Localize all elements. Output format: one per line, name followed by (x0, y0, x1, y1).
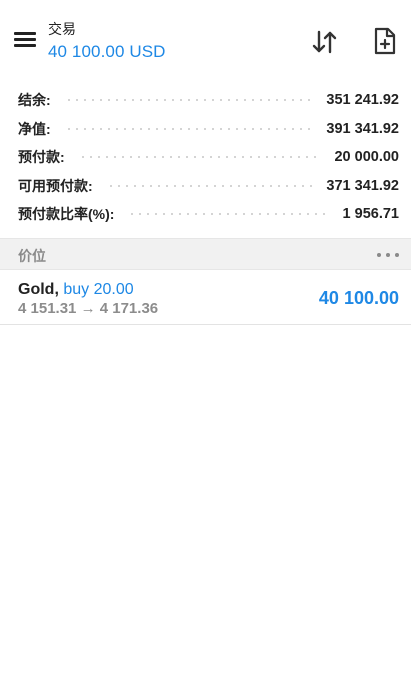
dotted-leader (78, 156, 321, 159)
dotted-leader (106, 184, 313, 187)
balance-display: 40 100.00 USD (48, 42, 166, 61)
title-block: 交易 40 100.00 USD (48, 20, 166, 63)
summary-value: 391 341.92 (326, 120, 399, 137)
more-dot (377, 253, 381, 257)
summary-value: 371 341.92 (326, 177, 399, 194)
summary-label: 可用预付款: (18, 177, 93, 194)
position-title: Gold, buy 20.00 (18, 280, 134, 299)
new-document-icon-graphic (374, 27, 396, 55)
dotted-leader (128, 213, 329, 216)
summary-row-margin-level: 预付款比率(%): 1 956.71 (0, 200, 411, 229)
summary-row-margin: 预付款: 20 000.00 (0, 143, 411, 172)
summary-label: 预付款比率(%): (18, 206, 115, 223)
position-prices: 4 151.31 → 4 171.36 (18, 300, 158, 318)
account-summary: 结余: 351 241.92 净值: 391 341.92 预付款: 20 00… (0, 86, 411, 229)
sort-icon-graphic (312, 30, 337, 54)
more-dot (395, 253, 399, 257)
section-label: 价位 (18, 248, 46, 264)
page-title: 交易 (48, 21, 76, 37)
empty-content-area (0, 326, 411, 694)
dotted-leader (64, 99, 313, 102)
position-row[interactable]: Gold, buy 20.00 4 151.31 → 4 171.36 40 1… (0, 271, 411, 325)
arrow-right-icon: → (80, 300, 96, 317)
position-symbol: Gold, (18, 281, 59, 298)
menu-icon-bar (14, 44, 36, 47)
summary-label: 预付款: (18, 149, 65, 166)
summary-value: 1 956.71 (342, 206, 399, 223)
positions-section-header: 价位 (0, 238, 411, 270)
summary-value: 20 000.00 (334, 149, 399, 166)
position-profit: 40 100.00 (318, 288, 399, 308)
summary-row-free-margin: 可用预付款: 371 341.92 (0, 172, 411, 201)
summary-row-balance: 结余: 351 241.92 (0, 86, 411, 115)
new-order-icon[interactable] (372, 27, 398, 55)
summary-label: 结余: (18, 92, 51, 109)
summary-row-equity: 净值: 391 341.92 (0, 115, 411, 144)
summary-label: 净值: (18, 120, 51, 137)
menu-icon-bar (14, 38, 36, 41)
dotted-leader (64, 127, 313, 130)
position-type: buy 20.00 (63, 281, 134, 298)
open-price: 4 151.31 (18, 300, 77, 317)
summary-value: 351 241.92 (326, 92, 399, 109)
sort-icon[interactable] (311, 28, 339, 56)
menu-icon[interactable] (14, 30, 36, 48)
more-horizontal-icon[interactable] (377, 247, 399, 263)
current-price: 4 171.36 (99, 300, 159, 317)
top-app-bar: 交易 40 100.00 USD (0, 0, 411, 78)
menu-icon-bar (14, 32, 36, 35)
more-dot (386, 253, 390, 257)
